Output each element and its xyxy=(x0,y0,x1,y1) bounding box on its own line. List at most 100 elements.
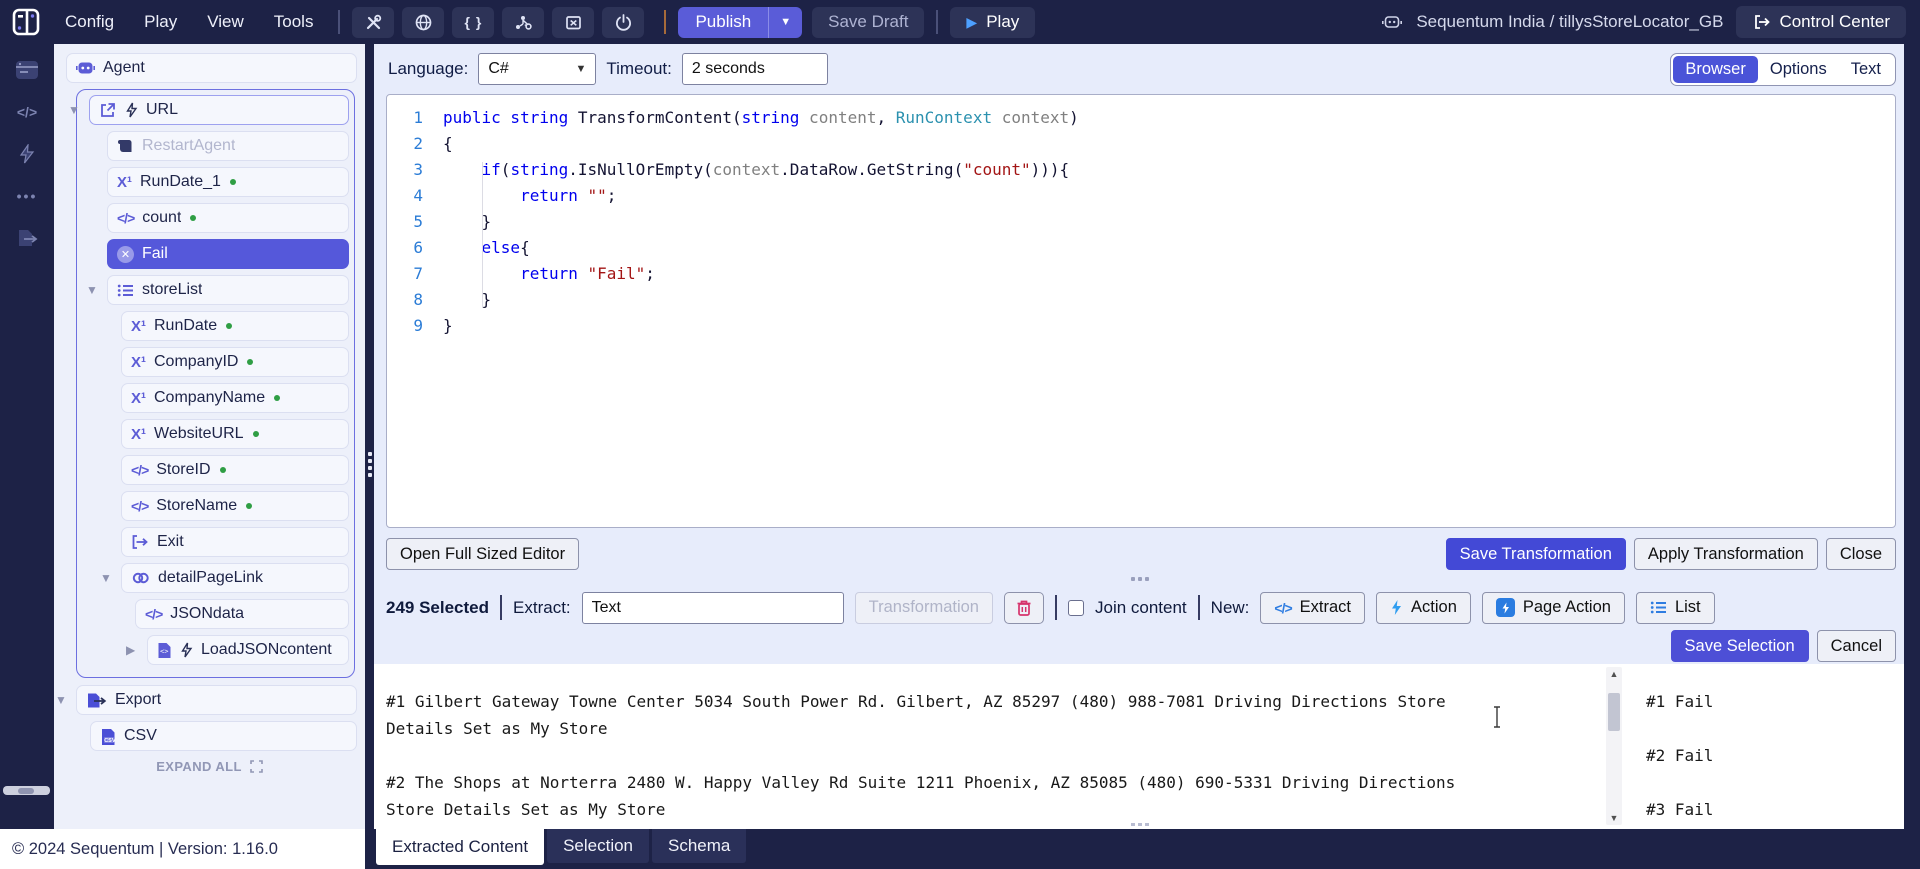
tab-selection[interactable]: Selection xyxy=(547,829,649,863)
chevron-down-icon[interactable]: ▼ xyxy=(68,103,80,117)
view-tab-browser[interactable]: Browser xyxy=(1673,56,1758,83)
publish-button[interactable]: Publish xyxy=(678,7,768,38)
export-panel-icon[interactable] xyxy=(16,228,38,248)
tab-extracted-content[interactable]: Extracted Content xyxy=(376,829,544,865)
menu-view[interactable]: View xyxy=(194,6,257,38)
scrollbar-thumb[interactable] xyxy=(1608,693,1620,731)
chevron-down-icon[interactable]: ▼ xyxy=(100,571,112,585)
vertical-splitter[interactable] xyxy=(365,44,374,829)
new-extract-label: Extract xyxy=(1300,598,1351,617)
tree-item-label: CompanyName xyxy=(154,389,265,407)
code-line: 8 } xyxy=(393,287,1889,313)
tree-item-jsondata[interactable]: </> JSONdata xyxy=(135,599,349,629)
code-editor[interactable]: 1public string TransformContent(string c… xyxy=(386,94,1896,528)
close-button[interactable]: Close xyxy=(1826,538,1896,570)
view-tab-options[interactable]: Options xyxy=(1758,56,1839,83)
publish-split-button[interactable]: Publish ▼ xyxy=(678,7,802,38)
menu-config[interactable]: Config xyxy=(52,6,127,38)
page-bolt-icon xyxy=(1496,598,1515,617)
scroll-down-arrow-icon[interactable]: ▼ xyxy=(1606,811,1622,825)
save-selection-button[interactable]: Save Selection xyxy=(1671,630,1809,662)
join-content-checkbox[interactable] xyxy=(1068,600,1084,616)
tree-item-detail-page-link[interactable]: ▼ detailPageLink xyxy=(121,563,349,593)
main-panel: Language: C# ▼ Timeout: Browser Options … xyxy=(374,44,1904,829)
tree-item-company-id[interactable]: X¹ CompanyID xyxy=(121,347,349,377)
tree-item-website-url[interactable]: X¹ WebsiteURL xyxy=(121,419,349,449)
horizontal-splitter-grip[interactable] xyxy=(1131,577,1135,581)
view-tab-text[interactable]: Text xyxy=(1839,56,1893,83)
title-bar: Config Play View Tools { } Publish ▼ xyxy=(0,0,1920,44)
new-action-button[interactable]: Action xyxy=(1376,592,1471,624)
tree-item-export[interactable]: ▼ Export xyxy=(76,685,357,715)
tree-item-csv[interactable]: CSV CSV xyxy=(90,721,357,751)
tree-item-url[interactable]: ▼ URL xyxy=(89,95,349,125)
new-list-button[interactable]: List xyxy=(1636,592,1715,624)
scrollbar-thumb[interactable] xyxy=(18,788,34,794)
delete-button[interactable] xyxy=(1004,592,1044,624)
save-draft-button[interactable]: Save Draft xyxy=(812,7,924,38)
results-list[interactable]: #1 Fail #2 Fail #3 Fail xyxy=(1646,688,1713,823)
save-transformation-button[interactable]: Save Transformation xyxy=(1446,538,1626,570)
workflow-icon-button[interactable] xyxy=(502,7,544,38)
open-full-editor-button[interactable]: Open Full Sized Editor xyxy=(386,538,579,570)
new-page-action-button[interactable]: Page Action xyxy=(1482,592,1625,624)
globe-icon-button[interactable] xyxy=(402,7,444,38)
language-select[interactable]: C# ▼ xyxy=(478,53,596,85)
control-center-button[interactable]: Control Center xyxy=(1736,6,1906,38)
browser-panel-icon[interactable] xyxy=(15,60,39,80)
tree-item-store-name[interactable]: </> StoreName xyxy=(121,491,349,521)
timeout-input[interactable] xyxy=(682,53,828,85)
publish-dropdown-caret-icon[interactable]: ▼ xyxy=(769,7,802,38)
tools-icon-button[interactable] xyxy=(352,7,394,38)
bottom-tab-bar: Extracted Content Selection Schema xyxy=(365,829,1920,869)
bolt-icon xyxy=(125,102,138,118)
transformation-button[interactable]: Transformation xyxy=(855,592,993,624)
toolbar-divider xyxy=(1055,595,1057,620)
green-dot-indicator xyxy=(246,503,252,509)
splitter-grip[interactable] xyxy=(368,452,372,456)
chevron-down-icon[interactable]: ▼ xyxy=(86,283,98,297)
actions-panel-icon[interactable] xyxy=(18,144,36,164)
tree-item-storelist[interactable]: ▼ storeList xyxy=(107,275,349,305)
content-splitter-grip[interactable] xyxy=(1131,823,1135,826)
tree-horizontal-scrollbar[interactable] xyxy=(3,786,50,795)
tree-item-agent[interactable]: Agent xyxy=(66,53,357,83)
content-vertical-scrollbar[interactable]: ▲ ▼ xyxy=(1606,667,1622,825)
tree-item-load-json-content[interactable]: ▶ <> LoadJSONcontent xyxy=(147,635,349,665)
play-button[interactable]: ▶ Play xyxy=(950,7,1035,38)
apply-transformation-button[interactable]: Apply Transformation xyxy=(1634,538,1818,570)
tree-item-store-id[interactable]: </> StoreID xyxy=(121,455,349,485)
cancel-button[interactable]: Cancel xyxy=(1817,630,1896,662)
tree-item-label: RunDate_1 xyxy=(140,173,221,191)
chevron-down-icon[interactable]: ▼ xyxy=(55,693,67,707)
extracted-text[interactable]: #1 Gilbert Gateway Towne Center 5034 Sou… xyxy=(386,688,1455,823)
tree-item-company-name[interactable]: X¹ CompanyName xyxy=(121,383,349,413)
menu-tools[interactable]: Tools xyxy=(261,6,327,38)
scroll-up-arrow-icon[interactable]: ▲ xyxy=(1606,667,1622,681)
green-dot-indicator xyxy=(274,395,280,401)
extract-input[interactable] xyxy=(582,592,844,624)
expand-all-button[interactable]: EXPAND ALL xyxy=(62,759,357,774)
variable-x1-icon: X¹ xyxy=(131,318,146,335)
tree-item-count[interactable]: </> count xyxy=(107,203,349,233)
braces-icon-button[interactable]: { } xyxy=(452,7,494,38)
folder-x-icon-button[interactable] xyxy=(552,7,594,38)
tree-item-exit[interactable]: Exit xyxy=(121,527,349,557)
more-panel-icon[interactable]: ••• xyxy=(17,188,38,204)
version-footer: © 2024 Sequentum | Version: 1.16.0 xyxy=(0,829,365,869)
new-extract-button[interactable]: </> Extract xyxy=(1260,592,1365,624)
variable-x1-icon: X¹ xyxy=(131,390,146,407)
code-icon: </> xyxy=(131,498,148,514)
power-icon-button[interactable] xyxy=(602,7,644,38)
tree-item-fail[interactable]: ✕ Fail xyxy=(107,239,349,269)
tree-item-restart-agent[interactable]: RestartAgent xyxy=(107,131,349,161)
tree-item-rundate[interactable]: X¹ RunDate xyxy=(121,311,349,341)
chevron-right-icon[interactable]: ▶ xyxy=(126,643,135,657)
tree-item-rundate-1[interactable]: X¹ RunDate_1 xyxy=(107,167,349,197)
language-value: C# xyxy=(488,60,508,78)
code-line: 4 return ""; xyxy=(393,183,1889,209)
menu-play[interactable]: Play xyxy=(131,6,190,38)
left-icon-rail: </> ••• xyxy=(0,44,54,829)
code-panel-icon[interactable]: </> xyxy=(17,104,37,120)
tab-schema[interactable]: Schema xyxy=(652,829,746,863)
